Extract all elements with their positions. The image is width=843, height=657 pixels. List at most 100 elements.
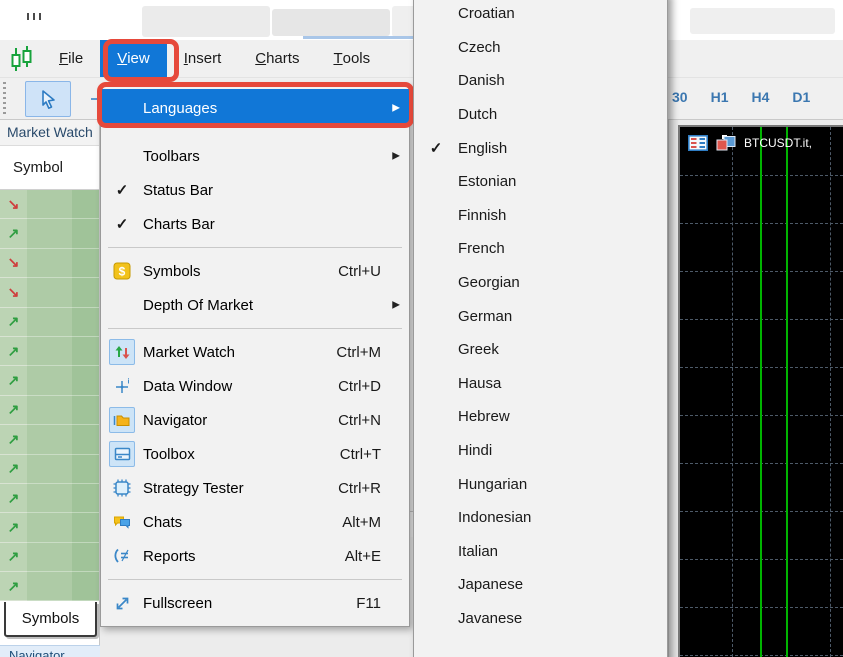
title-underline bbox=[303, 36, 431, 39]
chart-windows-icon[interactable] bbox=[715, 134, 737, 152]
chart-window[interactable]: BTCUSDT.it, bbox=[678, 125, 843, 657]
market-watch-row[interactable]: ↗ bbox=[0, 308, 99, 337]
view-menu-item-status-bar[interactable]: ✓Status Bar bbox=[101, 173, 409, 207]
language-item-finnish[interactable]: Finnish bbox=[414, 199, 667, 233]
market-watch-row[interactable]: ↗ bbox=[0, 455, 99, 484]
timeframe-button-h4[interactable]: H4 bbox=[751, 89, 769, 105]
language-item-french[interactable]: French bbox=[414, 232, 667, 266]
language-item-georgian[interactable]: Georgian bbox=[414, 266, 667, 300]
market-watch-row[interactable]: ↗ bbox=[0, 513, 99, 542]
language-item-hebrew[interactable]: Hebrew bbox=[414, 400, 667, 434]
price-up-arrow-icon: ↗ bbox=[0, 337, 27, 366]
view-menu-item-navigator[interactable]: NavigatorCtrl+N bbox=[101, 403, 409, 437]
cursor-tool-button[interactable] bbox=[25, 81, 71, 117]
price-up-arrow-icon: ↗ bbox=[0, 543, 27, 572]
timeframe-button-h1[interactable]: H1 bbox=[711, 89, 729, 105]
menu-item-label: Chats bbox=[143, 514, 182, 531]
market-watch-row[interactable]: ↗ bbox=[0, 543, 99, 572]
menu-item-label: Market Watch bbox=[143, 344, 235, 361]
view-menu-item-market-watch[interactable]: Market WatchCtrl+M bbox=[101, 335, 409, 369]
market-watch-icon bbox=[109, 339, 135, 365]
language-item-estonian[interactable]: Estonian bbox=[414, 165, 667, 199]
timeframe-buttons: 30 H1 H4 D1 bbox=[672, 89, 810, 105]
view-menu-item-toolbox[interactable]: ToolboxCtrl+T bbox=[101, 437, 409, 471]
timeframe-button-30[interactable]: 30 bbox=[672, 89, 688, 105]
redacted-title-block bbox=[142, 6, 270, 37]
navigator-icon bbox=[109, 407, 135, 433]
view-menu-item-reports[interactable]: ReportsAlt+E bbox=[101, 539, 409, 573]
view-menu-item-fullscreen[interactable]: FullscreenF11 bbox=[101, 586, 409, 620]
market-watch-row[interactable]: ↗ bbox=[0, 572, 99, 601]
language-item-japanese[interactable]: Japanese bbox=[414, 568, 667, 602]
menu-item-label: Fullscreen bbox=[143, 595, 212, 612]
menu-item-view[interactable]: View bbox=[100, 40, 167, 77]
language-item-hindi[interactable]: Hindi bbox=[414, 434, 667, 468]
market-watch-row[interactable]: ↗ bbox=[0, 425, 99, 454]
menu-item-shortcut: Ctrl+D bbox=[338, 378, 409, 395]
menu-item-label: Charts Bar bbox=[143, 216, 215, 233]
market-watch-row[interactable]: ↘ bbox=[0, 278, 99, 307]
menu-item-shortcut: Alt+E bbox=[345, 548, 409, 565]
price-down-arrow-icon: ↘ bbox=[0, 249, 27, 278]
submenu-arrow-icon: ▶ bbox=[392, 300, 400, 311]
language-item-indonesian[interactable]: Indonesian bbox=[414, 501, 667, 535]
menu-item-shortcut: Alt+M bbox=[342, 514, 409, 531]
market-watch-row[interactable]: ↗ bbox=[0, 219, 99, 248]
language-label: Czech bbox=[458, 39, 501, 56]
depth-of-market-icon[interactable] bbox=[688, 135, 708, 151]
menu-item-insert[interactable]: Insert bbox=[167, 40, 239, 77]
window-icon bbox=[27, 13, 43, 20]
menu-item-shortcut: Ctrl+N bbox=[338, 412, 409, 429]
view-menu-item-data-window[interactable]: iData WindowCtrl+D bbox=[101, 369, 409, 403]
language-item-greek[interactable]: Greek bbox=[414, 333, 667, 367]
language-item-dutch[interactable]: Dutch bbox=[414, 98, 667, 132]
menu-item-charts[interactable]: Charts bbox=[238, 40, 316, 77]
redacted-symbol-cell bbox=[27, 543, 99, 572]
market-watch-row[interactable]: ↘ bbox=[0, 249, 99, 278]
market-watch-row[interactable]: ↗ bbox=[0, 484, 99, 513]
price-up-arrow-icon: ↗ bbox=[0, 219, 27, 248]
view-menu-item-languages[interactable]: Languages▶ bbox=[101, 89, 409, 127]
language-item-italian[interactable]: Italian bbox=[414, 535, 667, 569]
chart-green-vertical-line bbox=[760, 127, 762, 657]
market-watch-row[interactable]: ↗ bbox=[0, 366, 99, 395]
menu-item-shortcut: Ctrl+T bbox=[340, 446, 409, 463]
tab-symbols[interactable]: Symbols bbox=[4, 602, 97, 637]
language-label: Hausa bbox=[458, 375, 501, 392]
language-item-german[interactable]: German bbox=[414, 299, 667, 333]
language-label: Croatian bbox=[458, 5, 515, 22]
menu-item-tools[interactable]: Tools bbox=[316, 40, 387, 77]
menu-separator bbox=[108, 328, 402, 329]
language-item-english[interactable]: ✓English bbox=[414, 131, 667, 165]
language-item-czech[interactable]: Czech bbox=[414, 31, 667, 65]
view-menu-item-toolbars[interactable]: Toolbars▶ bbox=[101, 139, 409, 173]
view-menu-item-chats[interactable]: Chats Alt+M bbox=[101, 505, 409, 539]
timeframe-button-d1[interactable]: D1 bbox=[792, 89, 810, 105]
view-menu-item-symbols[interactable]: $SymbolsCtrl+U bbox=[101, 254, 409, 288]
symbol-column-header[interactable]: Symbol bbox=[0, 146, 99, 190]
market-watch-row[interactable]: ↘ bbox=[0, 190, 99, 219]
submenu-arrow-icon: ▶ bbox=[392, 151, 400, 162]
language-item-javanese[interactable]: Javanese bbox=[414, 602, 667, 636]
language-label: Italian bbox=[458, 543, 498, 560]
menu-item-label: Languages bbox=[143, 100, 217, 117]
cursor-icon bbox=[37, 88, 59, 110]
strategy-tester-icon bbox=[109, 475, 135, 501]
language-item-hungarian[interactable]: Hungarian bbox=[414, 467, 667, 501]
language-label: Japanese bbox=[458, 576, 523, 593]
navigator-panel-header: Navigator bbox=[0, 645, 100, 657]
menu-item-file[interactable]: File bbox=[42, 40, 100, 77]
price-up-arrow-icon: ↗ bbox=[0, 425, 27, 454]
view-menu-item-strategy-tester[interactable]: Strategy TesterCtrl+R bbox=[101, 471, 409, 505]
market-watch-row[interactable]: ↗ bbox=[0, 337, 99, 366]
redacted-symbol-cell bbox=[27, 219, 99, 248]
toolbar-grip[interactable] bbox=[3, 82, 6, 116]
view-menu-item-charts-bar[interactable]: ✓Charts Bar bbox=[101, 207, 409, 241]
language-item-danish[interactable]: Danish bbox=[414, 64, 667, 98]
language-item-croatian[interactable]: Croatian bbox=[414, 0, 667, 31]
language-item-hausa[interactable]: Hausa bbox=[414, 367, 667, 401]
view-menu-item-depth-of-market[interactable]: Depth Of Market▶ bbox=[101, 288, 409, 322]
market-watch-row[interactable]: ↗ bbox=[0, 396, 99, 425]
language-label: German bbox=[458, 308, 512, 325]
language-label: Georgian bbox=[458, 274, 520, 291]
